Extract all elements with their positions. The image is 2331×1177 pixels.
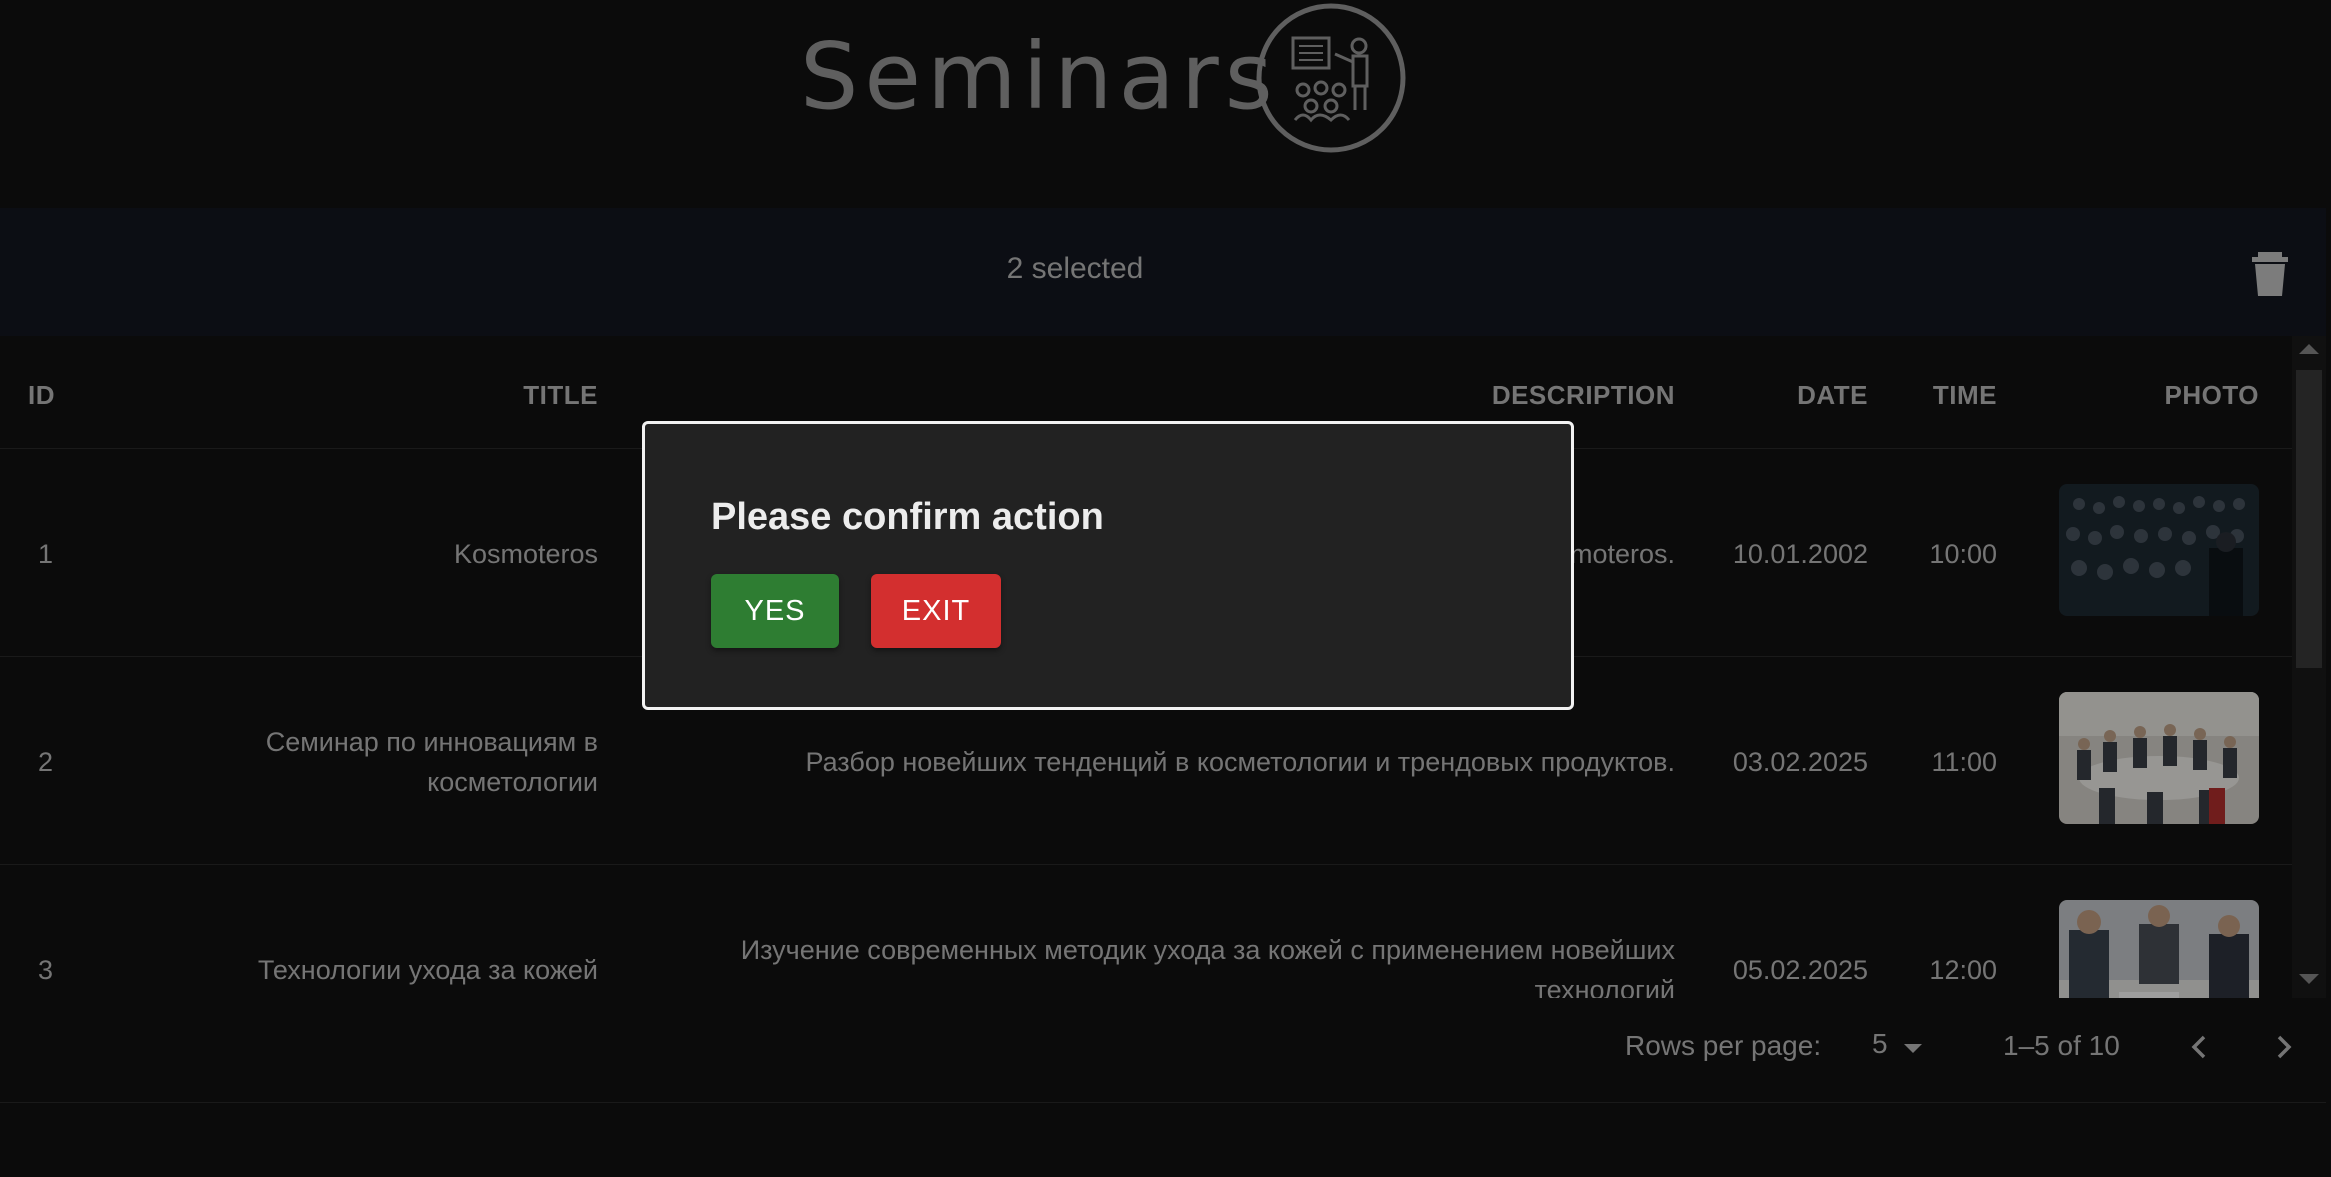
exit-button[interactable]: EXIT <box>871 574 1001 648</box>
confirm-dialog: Please confirm action YES EXIT <box>642 421 1574 710</box>
yes-button[interactable]: YES <box>711 574 839 648</box>
dialog-title: Please confirm action <box>711 496 1104 538</box>
